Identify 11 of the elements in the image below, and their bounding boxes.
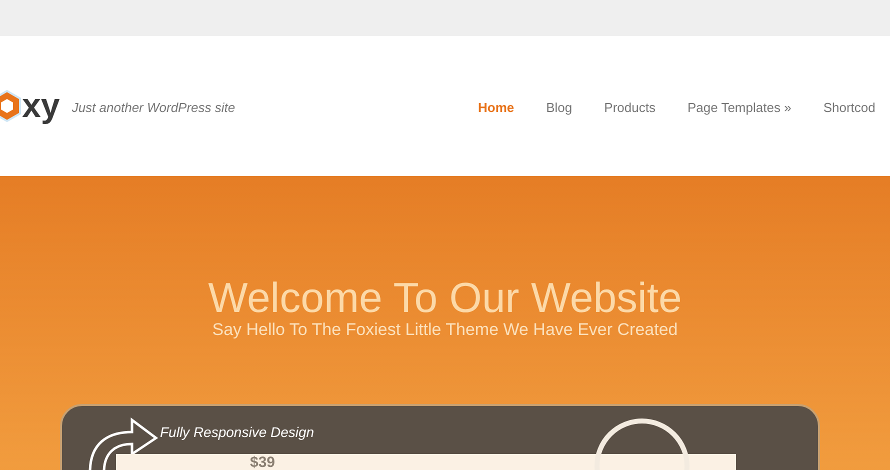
nav-link[interactable]: Blog — [546, 98, 572, 118]
hero-subtitle: Say Hello To The Foxiest Little Theme We Have Ever Created — [211, 319, 679, 341]
price-text: $39 — [250, 453, 276, 470]
nav-link[interactable]: Shortcod — [823, 98, 876, 118]
magnifier-ring-icon — [592, 416, 692, 470]
nav-link[interactable]: Page Templates » — [687, 98, 792, 118]
nav-link[interactable]: Products — [604, 98, 656, 118]
tagline: Just another WordPress site — [72, 99, 236, 118]
slide-caption: Fully Responsive Design — [160, 423, 314, 442]
logo-text[interactable]: xy — [22, 89, 60, 123]
nav-link[interactable]: Home — [478, 98, 514, 118]
